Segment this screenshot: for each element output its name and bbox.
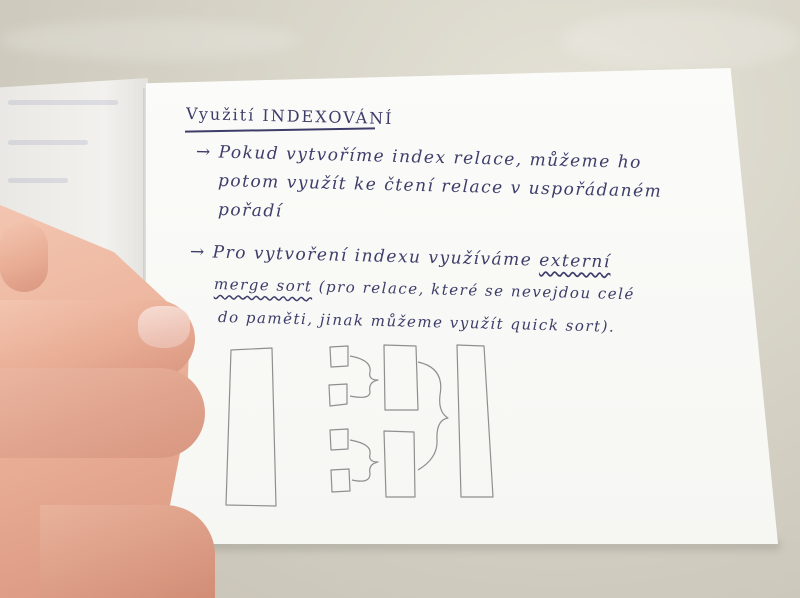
- run-box: [329, 345, 349, 368]
- finger-tip: [0, 222, 48, 292]
- lower-finger: [40, 505, 215, 598]
- thumbnail: [138, 306, 190, 348]
- run-box: [328, 383, 348, 407]
- input-block: [225, 347, 277, 507]
- knuckle: [0, 368, 205, 458]
- run-box: [329, 428, 349, 451]
- final-merge-brace: [417, 361, 449, 471]
- merge-brace: [349, 355, 379, 398]
- merged-run: [383, 430, 416, 498]
- merge-brace: [349, 439, 379, 482]
- merged-run: [383, 344, 419, 411]
- sorted-output: [456, 344, 494, 498]
- photo-scene: Využití INDEXOVÁNÍ → Pokud vytvoříme ind…: [0, 0, 800, 598]
- run-box: [330, 468, 351, 493]
